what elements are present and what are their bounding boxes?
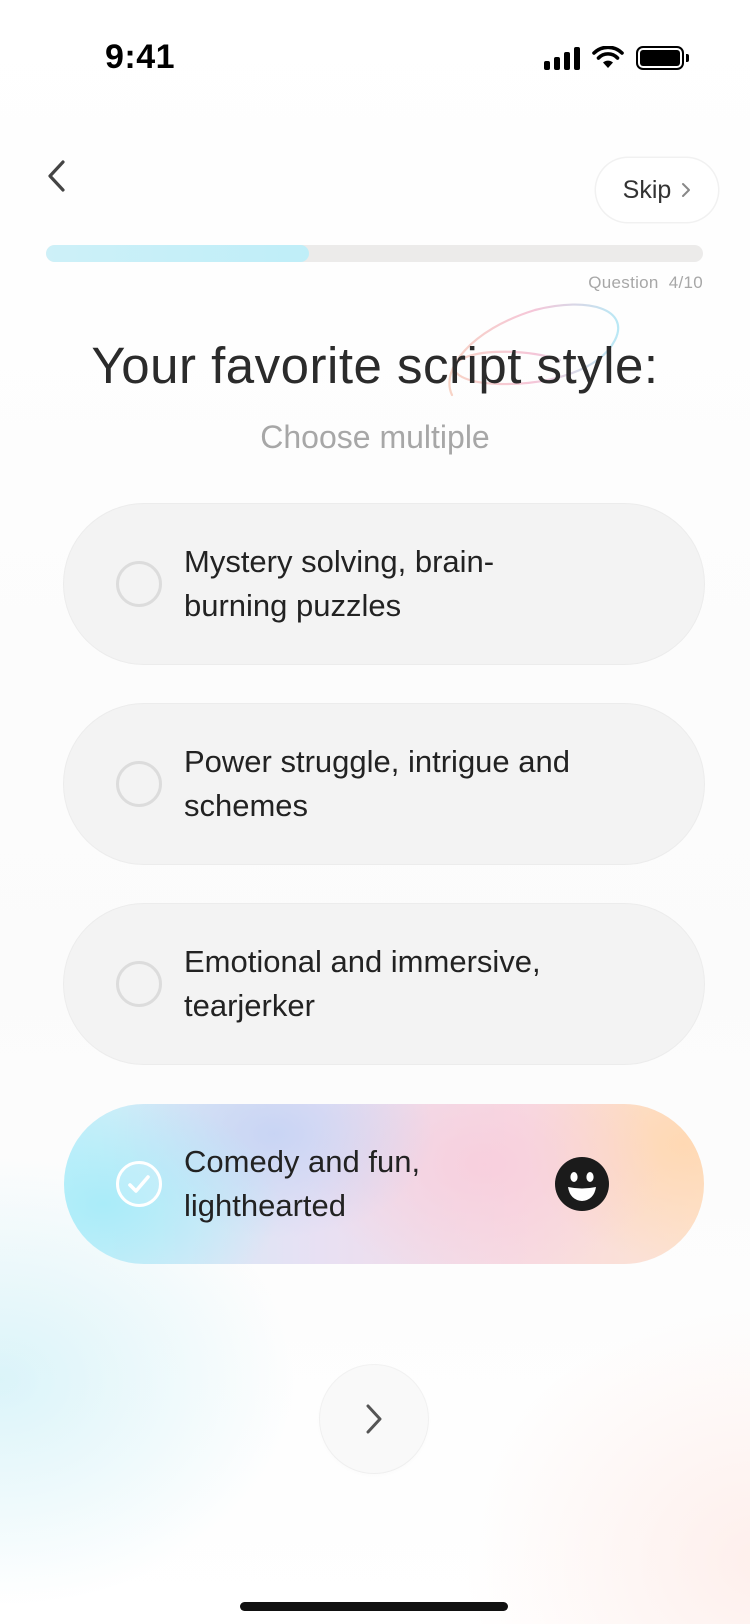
status-time: 9:41 [105,38,176,76]
option-label: Power struggle, intrigue and schemes [184,744,571,823]
option-label: Mystery solving, brain-burning puzzles [184,544,495,623]
back-button[interactable] [36,152,76,200]
radio-unchecked-icon [116,561,162,607]
skip-button[interactable]: Skip [596,158,718,222]
wifi-icon [592,46,624,68]
radio-checked-icon [116,1161,162,1207]
home-indicator [240,1602,508,1611]
question-title: Your favorite script style: [91,337,659,394]
option-label: Comedy and fun, lighthearted [184,1144,421,1223]
chevron-right-icon [682,183,691,197]
radio-unchecked-icon [116,761,162,807]
radio-unchecked-icon [116,961,162,1007]
option-power-struggle[interactable]: Power struggle, intrigue and schemes [64,704,704,864]
chevron-right-icon [366,1404,382,1434]
question-subtitle: Choose multiple [260,419,490,455]
skip-label: Skip [622,175,672,204]
option-label: Emotional and immersive, tearjerker [184,944,541,1023]
progress-label: Question 4/10 [588,273,703,293]
chevron-left-icon [48,160,65,192]
progress-bar [46,245,703,262]
progress-count: 4/10 [668,273,703,292]
status-bar: 9:41 [0,0,750,120]
smiley-icon [555,1157,609,1211]
option-emotional[interactable]: Emotional and immersive, tearjerker [64,904,704,1064]
next-button[interactable] [320,1365,428,1473]
option-comedy[interactable]: Comedy and fun, lighthearted [64,1104,704,1264]
option-mystery[interactable]: Mystery solving, brain-burning puzzles [64,504,704,664]
progress-label-text: Question [588,273,659,292]
status-icons [544,46,689,70]
cellular-signal-icon [544,46,580,70]
progress-fill [46,245,309,262]
battery-icon [636,46,689,70]
